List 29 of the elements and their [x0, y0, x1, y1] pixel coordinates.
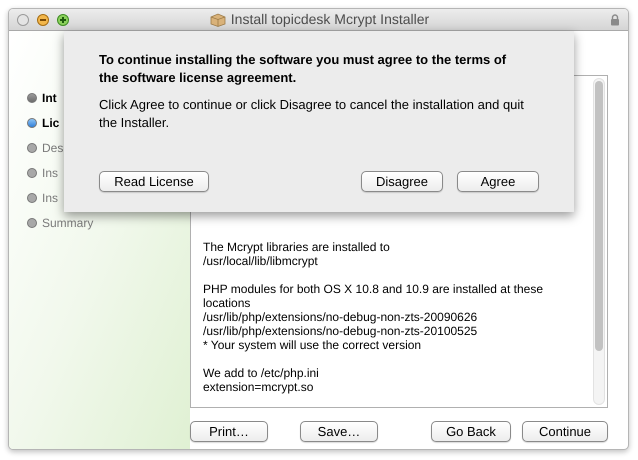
package-icon: [210, 12, 226, 26]
step-label: Ins: [42, 165, 58, 182]
step-label: Ins: [42, 190, 58, 207]
footer-button[interactable]: Print…: [190, 421, 268, 442]
license-text-line: /usr/lib/php/extensions/no-debug-non-zts-20100525: [203, 324, 478, 338]
sheet-message: Click Agree to continue or click Disagree to cancel the installation and quit the Installer.: [99, 96, 524, 132]
lock-icon: [610, 14, 620, 26]
footer-button[interactable]: Go Back: [431, 421, 511, 442]
license-text-line: The Mcrypt libraries are installed to: [203, 240, 390, 254]
sheet-button[interactable]: Disagree: [361, 171, 443, 192]
license-text-line: extension=mcrypt.so: [203, 380, 314, 394]
sheet-heading: To continue installing the software you must agree to the terms of the software license agreement.: [99, 51, 508, 87]
step-label: Summary: [42, 215, 94, 232]
window-title: Install topicdesk Mcrypt Installer: [230, 10, 430, 29]
step-label: Int: [42, 90, 57, 107]
license-text-line: We add to /etc/php.ini: [203, 366, 319, 380]
sheet-button[interactable]: Agree: [457, 171, 539, 192]
license-text-line: /usr/lib/php/extensions/no-debug-non-zts-20090626: [203, 310, 478, 324]
read-license-button[interactable]: Read License: [99, 171, 209, 192]
scrollbar[interactable]: [593, 78, 605, 405]
footer-button[interactable]: Save…: [300, 421, 378, 442]
footer-button[interactable]: Continue: [522, 421, 608, 442]
zoom-icon[interactable]: [57, 14, 69, 26]
license-text-line: PHP modules for both OS X 10.8 and 10.9 are installed at these locations: [203, 282, 544, 310]
step-label: Des: [42, 140, 64, 157]
minimize-icon[interactable]: [37, 14, 49, 26]
license-text-line: * Your system will use the correct version: [203, 338, 422, 352]
license-text-line: /usr/local/lib/libmcrypt: [203, 254, 318, 268]
step-label: Lic: [42, 115, 60, 132]
